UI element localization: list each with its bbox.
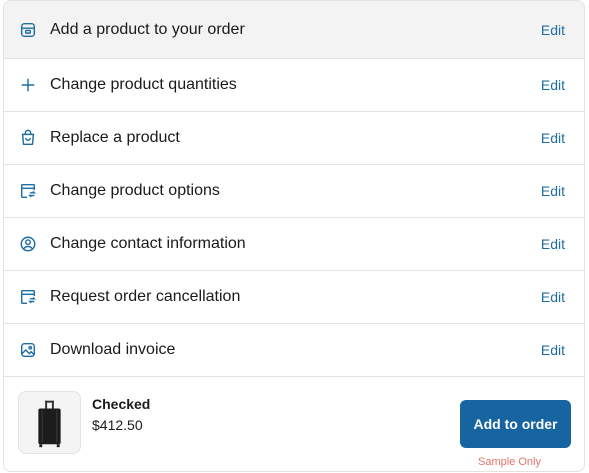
- action-label: Change contact information: [50, 235, 246, 252]
- action-row-download-invoice[interactable]: Download invoice Edit: [4, 324, 584, 377]
- action-row-change-options[interactable]: Change product options Edit: [4, 165, 584, 218]
- edit-link[interactable]: Edit: [541, 77, 565, 93]
- product-name: Checked: [92, 396, 151, 412]
- product-price: $412.50: [92, 417, 143, 433]
- action-row-change-contact[interactable]: Change contact information Edit: [4, 218, 584, 271]
- action-label: Replace a product: [50, 129, 180, 146]
- order-actions-panel: Add a product to your order Edit Change …: [3, 0, 585, 472]
- image-icon: [18, 340, 38, 360]
- action-row-replace-product[interactable]: Replace a product Edit: [4, 112, 584, 165]
- edit-link[interactable]: Edit: [541, 236, 565, 252]
- product-box-icon: [18, 20, 38, 40]
- action-row-add-product[interactable]: Add a product to your order Edit: [4, 1, 584, 59]
- product-suggestion: Checked $412.50 Add to order Sample Only: [4, 377, 584, 471]
- action-row-change-quantities[interactable]: Change product quantities Edit: [4, 59, 584, 112]
- action-row-request-cancellation[interactable]: Request order cancellation Edit: [4, 271, 584, 324]
- edit-link[interactable]: Edit: [541, 342, 565, 358]
- add-to-order-button[interactable]: Add to order: [460, 400, 571, 448]
- action-label: Download invoice: [50, 341, 176, 358]
- plus-icon: [18, 75, 38, 95]
- edit-link[interactable]: Edit: [541, 289, 565, 305]
- edit-link[interactable]: Edit: [541, 22, 565, 38]
- box-return-icon: [18, 287, 38, 307]
- action-label: Change product quantities: [50, 76, 237, 93]
- product-thumbnail: [18, 391, 81, 454]
- sample-only-label: Sample Only: [478, 456, 541, 468]
- box-swap-icon: [18, 181, 38, 201]
- action-label: Request order cancellation: [50, 288, 241, 305]
- user-circle-icon: [18, 234, 38, 254]
- action-label: Change product options: [50, 182, 220, 199]
- action-label: Add a product to your order: [50, 20, 245, 38]
- shopping-bag-icon: [18, 128, 38, 148]
- edit-link[interactable]: Edit: [541, 130, 565, 146]
- suitcase-image: [38, 400, 61, 448]
- edit-link[interactable]: Edit: [541, 183, 565, 199]
